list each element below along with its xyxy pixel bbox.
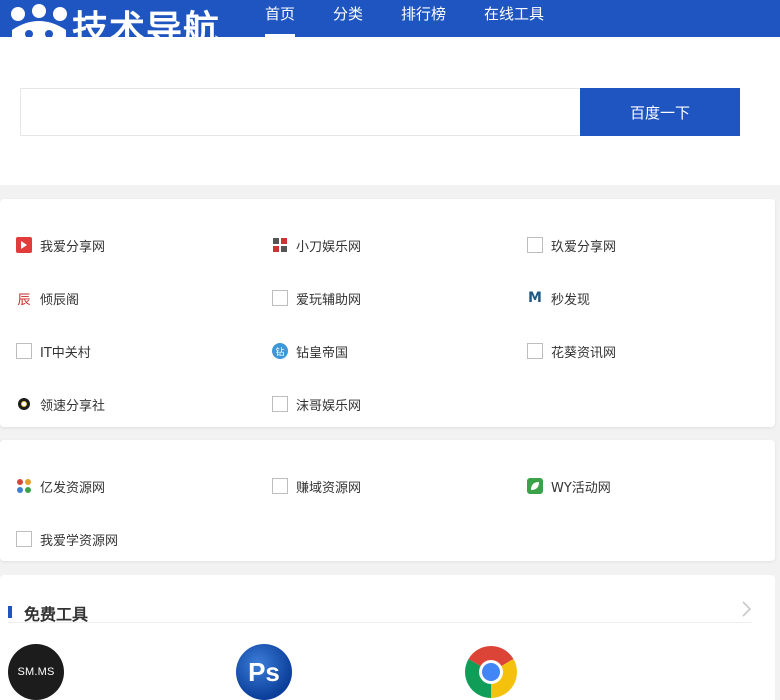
logo-mascot-icon [11,4,67,37]
site-link-label: IT中关村 [40,345,91,361]
search-button[interactable]: 百度一下 [580,88,740,136]
tool-label: SM.MS [17,666,55,678]
blank-icon [272,396,288,412]
top-header: 技术导航 首页 分类 排行榜 在线工具 [0,0,780,37]
site-link-label: 玖爱分享网 [551,239,617,255]
site-link-label: WY活动网 [551,480,611,496]
site-link-label: 秒发现 [551,292,591,308]
photoshop-icon[interactable]: Ps [236,644,292,700]
blank-icon [527,237,543,253]
site-link-label: 赚域资源网 [296,480,362,496]
site-link[interactable]: 赚域资源网 [272,476,361,496]
site-link[interactable]: 小刀娱乐网 [272,235,361,255]
m-logo-icon: M [528,290,542,306]
blank-icon [527,343,543,359]
site-link[interactable]: 花葵资讯网 [527,341,616,361]
blank-icon [272,478,288,494]
site-link[interactable]: 玖爱分享网 [527,235,616,255]
ring-icon [18,398,30,410]
logo-text: 技术导航 [72,9,221,37]
search-panel: 百度一下 [0,37,780,185]
leaf-icon [527,478,543,494]
site-link-label: 亿发资源网 [40,480,106,496]
globe-icon: 钻 [272,343,288,359]
site-link[interactable]: WY活动网 [527,476,611,496]
site-link-label: 爱玩辅助网 [296,292,362,308]
section-title: 免费工具 [24,605,89,624]
nav-home[interactable]: 首页 [265,0,296,37]
links-card-2: 亿发资源网 赚域资源网 WY活动网 我爱学资源网 [0,440,775,561]
site-link-label: 钻皇帝国 [296,345,349,361]
site-link-label: 小刀娱乐网 [296,239,362,255]
tool-label: Ps [248,656,280,687]
site-link-label: 沫哥娱乐网 [296,398,362,414]
links-card-1: 我爱分享网 小刀娱乐网 玖爱分享网 辰 倾辰阁 爱玩辅助网 M 秒发现 IT中关… [0,199,775,427]
site-logo[interactable]: 技术导航 [6,0,238,37]
site-link-label: 倾辰阁 [40,292,80,308]
section-accent-bar [8,606,12,618]
site-link[interactable]: 亿发资源网 [16,476,105,496]
free-tools-section: 免费工具 SM.MS Ps [0,575,775,700]
site-link[interactable]: IT中关村 [16,341,91,361]
site-link[interactable]: 钻 钻皇帝国 [272,341,348,361]
chevron-right-icon[interactable] [738,599,754,619]
site-link[interactable]: 领速分享社 [16,394,105,414]
nav-online-tools[interactable]: 在线工具 [484,0,544,37]
site-link[interactable]: 沫哥娱乐网 [272,394,361,414]
chrome-icon[interactable] [463,644,519,700]
play-icon [16,237,32,253]
blank-icon [272,290,288,306]
knife-logo-icon [272,237,288,253]
site-link[interactable]: 爱玩辅助网 [272,288,361,308]
site-link-label: 领速分享社 [40,398,106,414]
site-link-label: 花葵资讯网 [551,345,617,361]
search-input[interactable] [20,88,580,136]
blank-icon [16,531,32,547]
section-header: 免费工具 [8,589,754,624]
site-link[interactable]: 我爱分享网 [16,235,105,255]
yifa-logo-icon [16,478,32,494]
chen-icon: 辰 [17,292,31,308]
site-link-label: 我爱学资源网 [40,533,119,549]
site-link[interactable]: M 秒发现 [527,288,590,308]
site-link-label: 我爱分享网 [40,239,106,255]
blank-icon [16,343,32,359]
site-link[interactable]: 我爱学资源网 [16,529,118,549]
site-link[interactable]: 辰 倾辰阁 [16,288,79,308]
nav-ranking[interactable]: 排行榜 [401,0,446,37]
smms-icon[interactable]: SM.MS [8,644,64,700]
main-nav: 首页 分类 排行榜 在线工具 [265,0,582,37]
nav-categories[interactable]: 分类 [333,0,363,37]
